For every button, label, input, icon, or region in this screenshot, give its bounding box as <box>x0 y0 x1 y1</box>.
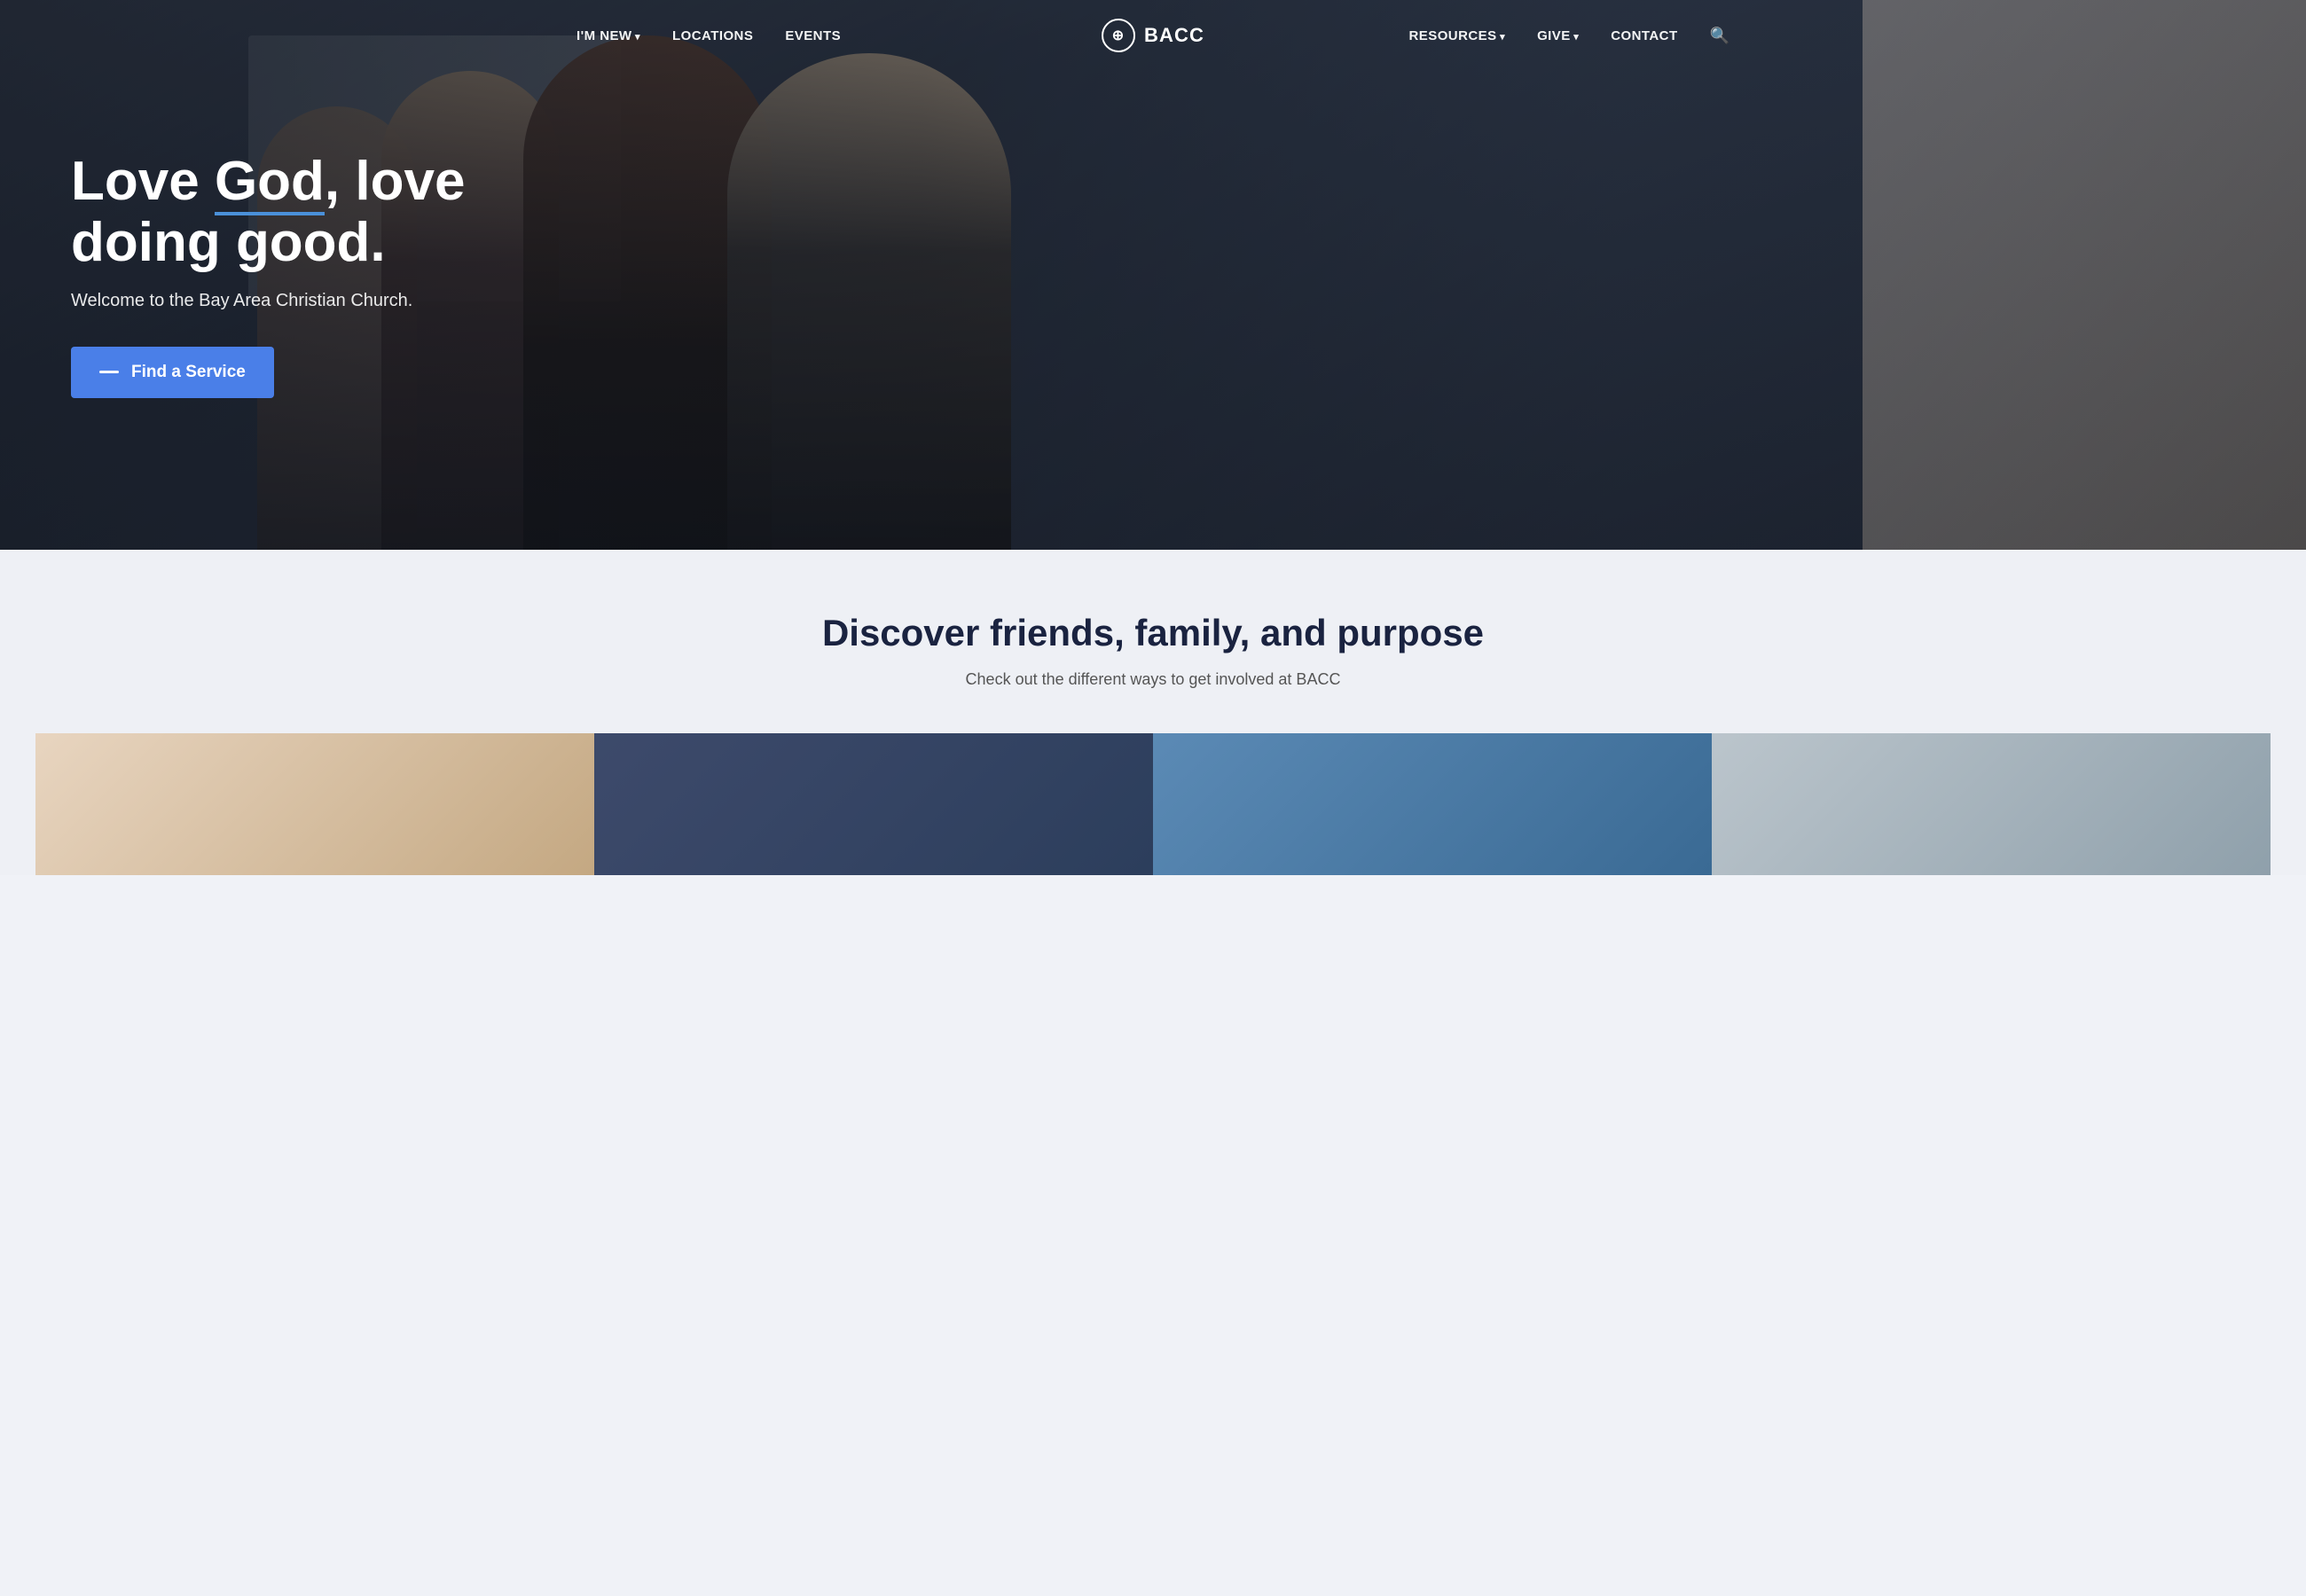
discover-title: Discover friends, family, and purpose <box>35 612 2271 654</box>
search-icon[interactable]: 🔍 <box>1710 27 1730 45</box>
nav-right-links: RESOURCES GIVE CONTACT 🔍 <box>1409 27 1730 45</box>
logo-text: BACC <box>1144 24 1204 47</box>
logo-icon: ⊕ <box>1102 19 1135 52</box>
cta-dash-icon <box>99 371 119 373</box>
hero-headline-part1: Love <box>71 151 215 212</box>
nav-item-give[interactable]: GIVE <box>1537 28 1579 43</box>
card-2[interactable] <box>594 733 1153 875</box>
card-1[interactable] <box>35 733 594 875</box>
discover-section: Discover friends, family, and purpose Ch… <box>0 550 2306 875</box>
hero-headline: Love God, love doing good. <box>71 152 550 272</box>
hero-content: Love God, love doing good. Welcome to th… <box>0 152 621 397</box>
card-4[interactable] <box>1712 733 2271 875</box>
nav-item-locations[interactable]: LOCATIONS <box>672 28 753 43</box>
cta-label: Find a Service <box>131 363 246 382</box>
hero-section: Love God, love doing good. Welcome to th… <box>0 0 2306 550</box>
cards-row <box>35 733 2271 875</box>
nav-item-im-new[interactable]: I'M NEW <box>576 28 640 43</box>
discover-subtitle: Check out the different ways to get invo… <box>35 670 2271 689</box>
find-service-button[interactable]: Find a Service <box>71 347 274 398</box>
main-nav: I'M NEW LOCATIONS EVENTS ⊕ BACC RESOURCE… <box>0 0 2306 71</box>
hero-headline-god: God <box>215 151 325 215</box>
nav-item-events[interactable]: EVENTS <box>785 28 841 43</box>
site-logo[interactable]: ⊕ BACC <box>1102 19 1204 52</box>
nav-left-links: I'M NEW LOCATIONS EVENTS <box>576 28 841 43</box>
hero-subtitle: Welcome to the Bay Area Christian Church… <box>71 291 550 311</box>
nav-item-resources[interactable]: RESOURCES <box>1409 28 1506 43</box>
card-3[interactable] <box>1153 733 1712 875</box>
nav-item-contact[interactable]: CONTACT <box>1611 28 1677 43</box>
